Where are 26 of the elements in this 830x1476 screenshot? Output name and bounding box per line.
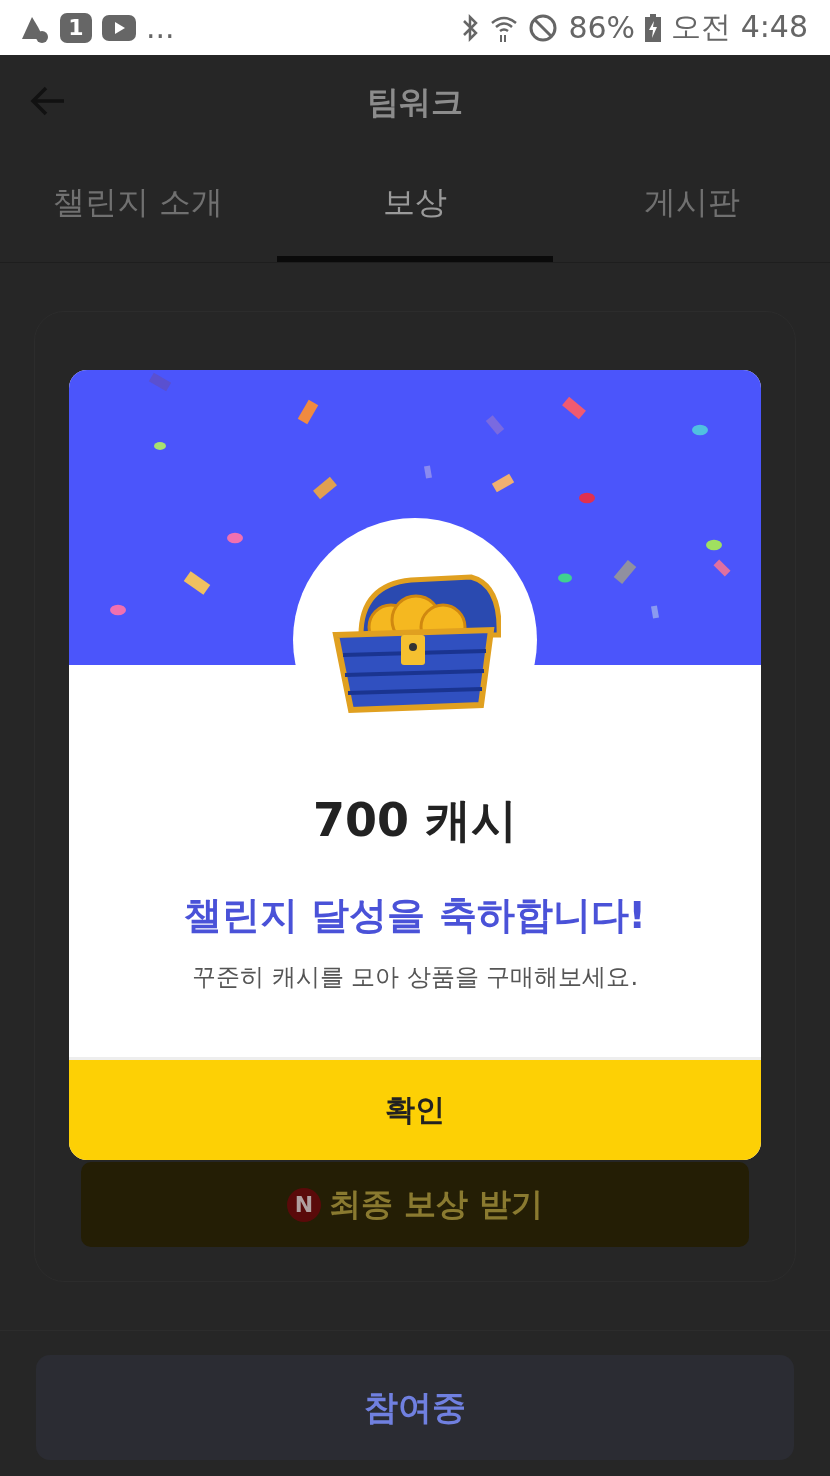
- more-notifications: ...: [146, 10, 175, 45]
- confetti-piece: [579, 492, 595, 504]
- final-reward-button[interactable]: N 최종 보상 받기: [81, 1162, 749, 1247]
- participating-button[interactable]: 참여중: [36, 1355, 794, 1460]
- confetti-piece: [110, 604, 126, 616]
- notification-icon: 1: [60, 12, 92, 43]
- confetti-piece: [692, 424, 708, 436]
- dialog-message: 꾸준히 캐시를 모아 상품을 구매해보세요.: [191, 962, 639, 993]
- confetti-piece: [558, 573, 572, 583]
- confetti-piece: [424, 465, 432, 479]
- new-badge: N: [286, 1187, 321, 1222]
- confetti-piece: [227, 532, 243, 544]
- do-not-disturb-icon: [528, 12, 559, 43]
- battery-icon: [645, 13, 662, 42]
- cash-amount: 700 캐시: [312, 792, 517, 849]
- confirm-button[interactable]: 확인: [69, 1057, 761, 1160]
- tab[interactable]: 보상: [276, 150, 554, 262]
- clock: 오전 4:48: [671, 8, 808, 46]
- confetti-piece: [651, 605, 659, 619]
- confetti-piece: [706, 539, 722, 551]
- page-title: 팀워크: [367, 81, 463, 123]
- congrats-headline: 챌린지 달성을 축하합니다!: [184, 892, 646, 939]
- confetti-piece: [154, 442, 166, 450]
- battery-percent: 86%: [568, 10, 636, 45]
- tab[interactable]: 챌린지 소개: [0, 150, 277, 262]
- tab[interactable]: 게시판: [553, 150, 830, 262]
